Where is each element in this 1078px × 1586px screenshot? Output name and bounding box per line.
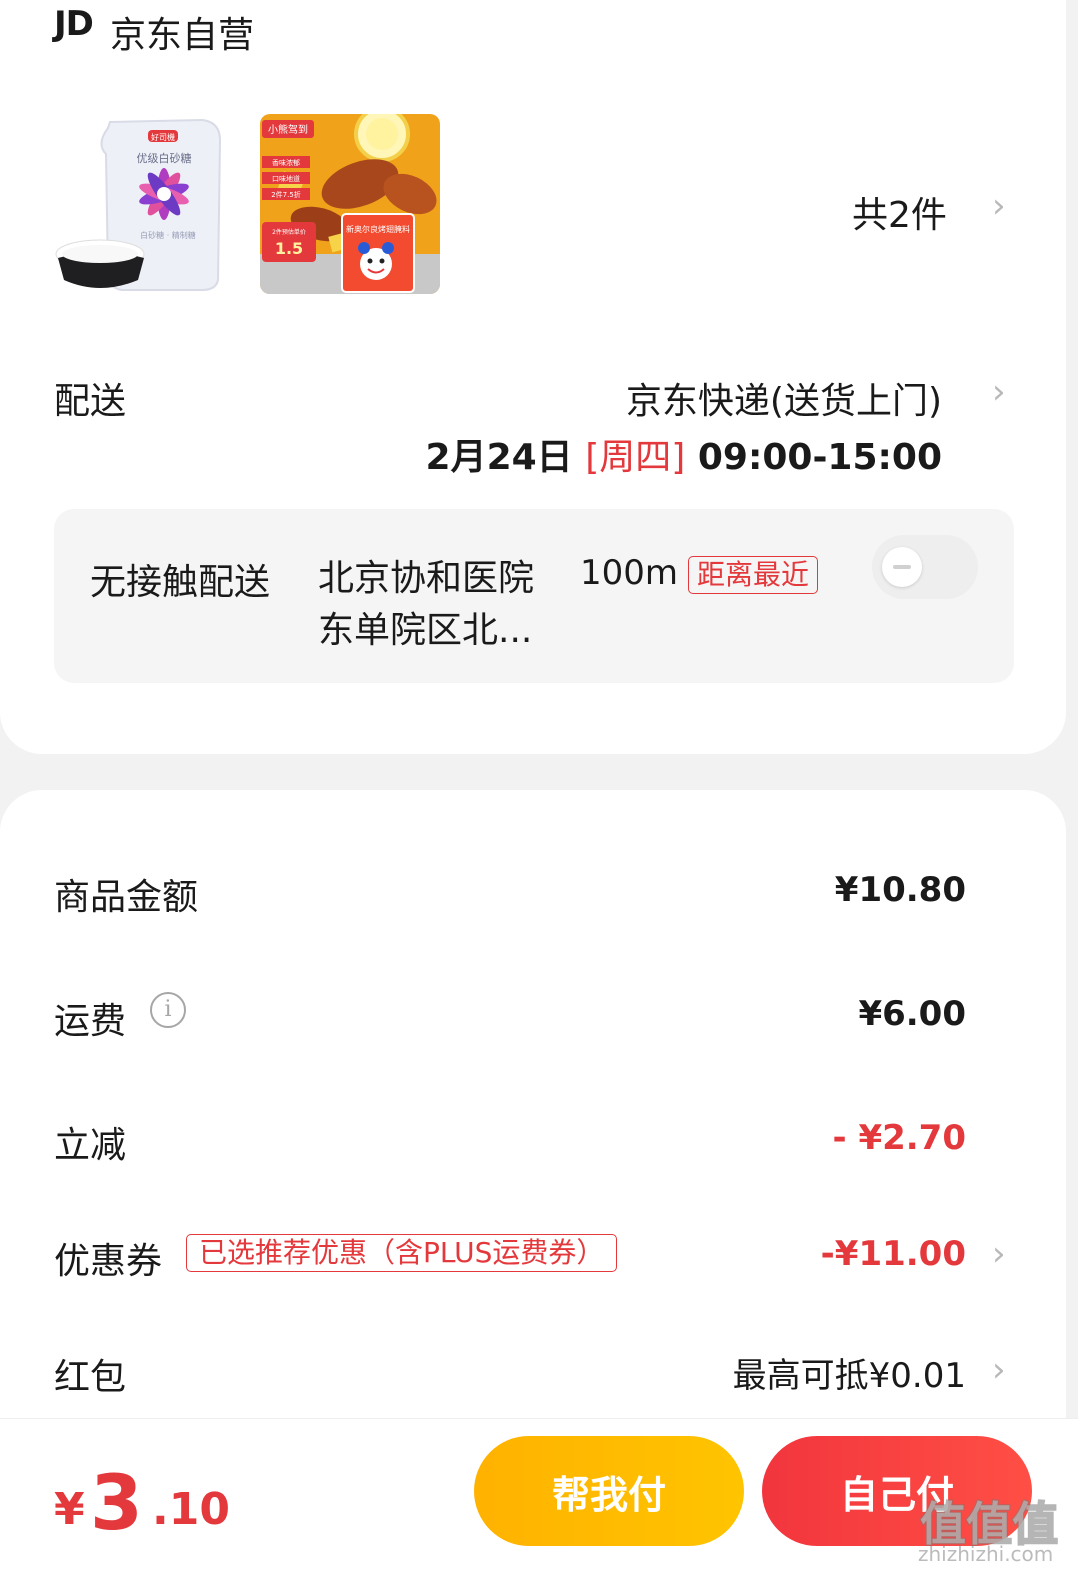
seasoning-badge-text: 2件预估单价 <box>272 228 306 236</box>
jd-logo: JD <box>54 4 94 44</box>
nearest-badge: 距离最近 <box>688 556 819 594</box>
instant-discount-value: - ¥2.70 <box>832 1118 967 1158</box>
product-thumb-seasoning[interactable]: 小熊驾到 香味浓郁 口味地道 2件7.5折 2件预估单价 1.5 新奥尔良烤翅腌… <box>260 114 440 294</box>
product-thumb-sugar[interactable]: 好司機 优级白砂糖 白砂糖 · 精制糖 <box>52 114 232 294</box>
delivery-method[interactable]: 京东快递(送货上门) <box>626 372 942 424</box>
chevron-right-icon[interactable]: › <box>992 1350 1006 1390</box>
chicken-wing-seasoning-image: 小熊驾到 香味浓郁 口味地道 2件7.5折 2件预估单价 1.5 新奥尔良烤翅腌… <box>260 114 440 294</box>
red-packet-value[interactable]: 最高可抵¥0.01 <box>733 1348 966 1397</box>
delivery-window: 09:00-15:00 <box>697 437 942 478</box>
total-currency: ¥ <box>54 1484 85 1535</box>
chevron-right-icon[interactable]: › <box>992 1234 1006 1274</box>
toggle-knob <box>882 547 922 587</box>
contactless-toggle[interactable] <box>872 535 978 599</box>
total-integer: 3 <box>90 1458 143 1547</box>
chevron-right-icon[interactable]: › <box>992 186 1006 226</box>
delivery-date: 2月24日 <box>425 437 573 478</box>
chevron-right-icon[interactable]: › <box>992 372 1006 412</box>
delivery-weekday: [周四] <box>585 437 686 478</box>
item-count[interactable]: 共2件 <box>852 186 947 238</box>
seasoning-brand-text: 小熊驾到 <box>268 123 308 136</box>
info-icon[interactable]: i <box>150 992 186 1028</box>
order-items-card: JD 京东自营 好司機 优级白砂糖 白砂糖 · 精制糖 小熊驾到 香味浓郁 口味… <box>0 0 1066 754</box>
instant-discount-label: 立减 <box>54 1125 127 1166</box>
sugar-pouch-image: 好司機 优级白砂糖 白砂糖 · 精制糖 <box>52 114 232 294</box>
contactless-delivery-box: 无接触配送 北京协和医院东单院区北... 100m 距离最近 <box>54 509 1014 683</box>
seasoning-line-2: 口味地道 <box>272 174 300 183</box>
seasoning-line-3: 2件7.5折 <box>271 190 301 199</box>
watermark-url: zhizhizhi.com <box>918 1542 1054 1566</box>
red-packet-label: 红包 <box>54 1357 127 1398</box>
sugar-brand-text: 好司機 <box>151 132 175 142</box>
total-decimal: .10 <box>152 1484 230 1535</box>
shipping-label: 运费 <box>54 1001 127 1042</box>
sugar-label-text: 优级白砂糖 <box>137 151 192 165</box>
coupon-value[interactable]: -¥11.00 <box>821 1234 966 1274</box>
delivery-label: 配送 <box>54 381 127 422</box>
sugar-sub-text: 白砂糖 · 精制糖 <box>140 230 196 240</box>
goods-amount-value: ¥10.80 <box>834 870 966 910</box>
seasoning-price-text: 1.5 <box>275 239 303 258</box>
contactless-distance: 100m <box>580 553 679 593</box>
delivery-time[interactable]: 2月24日 [周四] 09:00-15:00 <box>426 428 942 480</box>
goods-amount-label: 商品金额 <box>54 877 199 918</box>
shipping-value: ¥6.00 <box>858 994 966 1034</box>
shop-name: 京东自营 <box>110 15 255 56</box>
help-me-pay-button[interactable]: 帮我付 <box>474 1436 744 1546</box>
coupon-label: 优惠券 <box>54 1241 163 1282</box>
seasoning-pack-text: 新奥尔良烤翅腌料 <box>346 224 410 234</box>
coupon-selected-badge[interactable]: 已选推荐优惠（含PLUS运费券） <box>186 1234 618 1272</box>
contactless-place: 北京协和医院东单院区北... <box>318 558 535 651</box>
seasoning-line-1: 香味浓郁 <box>272 158 300 167</box>
contactless-title: 无接触配送 <box>90 562 271 603</box>
